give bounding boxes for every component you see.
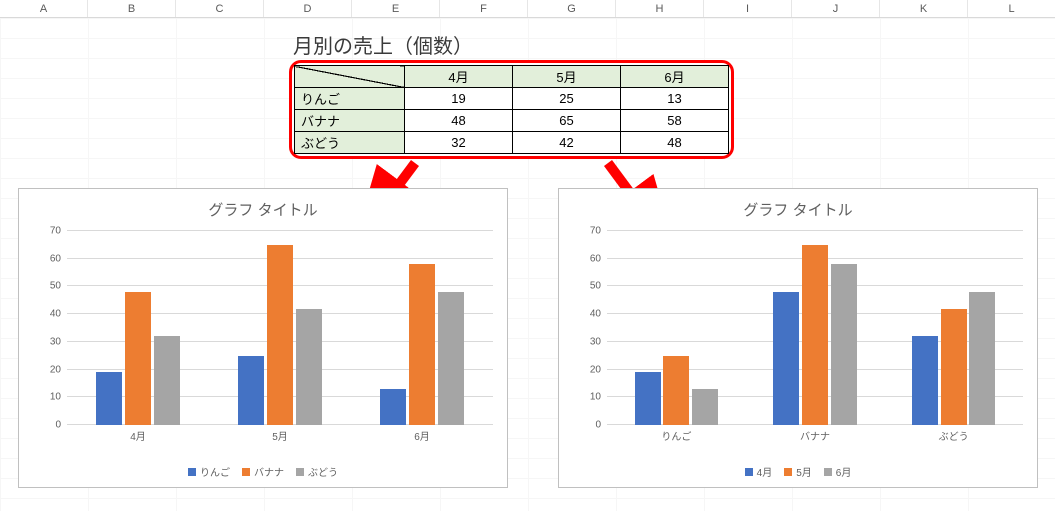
- spreadsheet-sheet: A B C D E F G H I J K L 月別の売上（個数） 4月 5月 …: [0, 0, 1055, 511]
- column-headers: A B C D E F G H I J K L: [0, 0, 1055, 18]
- table-cell[interactable]: 65: [513, 110, 621, 132]
- chart-bar: [238, 356, 264, 425]
- chart-bar: [802, 245, 828, 425]
- legend-item: ぶどう: [296, 464, 338, 479]
- y-axis-tick: 40: [33, 309, 61, 320]
- legend-item: 6月: [824, 464, 852, 479]
- chart-bar: [912, 336, 938, 425]
- legend-swatch-icon: [745, 468, 753, 476]
- chart-bar: [831, 264, 857, 425]
- y-axis-tick: 40: [573, 309, 601, 320]
- data-table[interactable]: 4月 5月 6月 りんご 19 25 13 バナナ 48 65 58 ぶどう 3…: [294, 65, 729, 154]
- chart-legend: りんごバナナぶどう: [19, 464, 507, 479]
- chart-bar: [969, 292, 995, 425]
- y-axis-tick: 70: [33, 226, 61, 237]
- chart-bar: [267, 245, 293, 425]
- table-row-header[interactable]: りんご: [295, 88, 405, 110]
- legend-item: 5月: [784, 464, 812, 479]
- col-header[interactable]: D: [264, 0, 352, 17]
- chart-bar: [692, 389, 718, 425]
- y-axis-tick: 60: [33, 253, 61, 264]
- x-axis-tick: 6月: [414, 428, 430, 443]
- x-axis-tick: りんご: [661, 428, 691, 443]
- table-col-header[interactable]: 5月: [513, 66, 621, 88]
- table-cell[interactable]: 42: [513, 132, 621, 154]
- col-header[interactable]: C: [176, 0, 264, 17]
- table-cell[interactable]: 48: [405, 110, 513, 132]
- chart-bar: [438, 292, 464, 425]
- y-axis-tick: 10: [573, 392, 601, 403]
- chart-gridline: [67, 230, 493, 231]
- chart-plot-area: 010203040506070りんごバナナぶどう: [607, 231, 1023, 425]
- legend-swatch-icon: [242, 468, 250, 476]
- legend-item: りんご: [188, 464, 230, 479]
- table-cell[interactable]: 25: [513, 88, 621, 110]
- chart-by-product[interactable]: グラフ タイトル 010203040506070りんごバナナぶどう 4月5月6月: [558, 188, 1038, 488]
- x-axis-tick: バナナ: [800, 428, 830, 443]
- col-header[interactable]: K: [880, 0, 968, 17]
- x-axis-tick: ぶどう: [939, 428, 969, 443]
- table-row-header[interactable]: バナナ: [295, 110, 405, 132]
- chart-bar: [154, 336, 180, 425]
- y-axis-tick: 70: [573, 226, 601, 237]
- chart-bar: [773, 292, 799, 425]
- chart-bar: [380, 389, 406, 425]
- col-header[interactable]: H: [616, 0, 704, 17]
- table-cell[interactable]: 13: [621, 88, 729, 110]
- chart-bar: [663, 356, 689, 425]
- col-header[interactable]: A: [0, 0, 88, 17]
- table-cell[interactable]: 19: [405, 88, 513, 110]
- col-header[interactable]: I: [704, 0, 792, 17]
- table-cell[interactable]: 48: [621, 132, 729, 154]
- x-axis-tick: 5月: [272, 428, 288, 443]
- y-axis-tick: 50: [573, 281, 601, 292]
- col-header[interactable]: J: [792, 0, 880, 17]
- y-axis-tick: 0: [573, 420, 601, 431]
- x-axis-tick: 4月: [130, 428, 146, 443]
- legend-item: バナナ: [242, 464, 284, 479]
- y-axis-tick: 10: [33, 392, 61, 403]
- legend-item: 4月: [745, 464, 773, 479]
- legend-swatch-icon: [188, 468, 196, 476]
- table-col-header[interactable]: 6月: [621, 66, 729, 88]
- legend-swatch-icon: [784, 468, 792, 476]
- table-row-header[interactable]: ぶどう: [295, 132, 405, 154]
- chart-plot-area: 0102030405060704月5月6月: [67, 231, 493, 425]
- col-header[interactable]: F: [440, 0, 528, 17]
- table-cell[interactable]: 32: [405, 132, 513, 154]
- table-cell[interactable]: 58: [621, 110, 729, 132]
- y-axis-tick: 50: [33, 281, 61, 292]
- y-axis-tick: 0: [33, 420, 61, 431]
- table-corner-cell[interactable]: [295, 66, 405, 88]
- chart-legend: 4月 5月 6月: [559, 464, 1037, 479]
- chart-bar: [409, 264, 435, 425]
- chart-bar: [96, 372, 122, 425]
- chart-bar: [941, 309, 967, 425]
- col-header[interactable]: L: [968, 0, 1055, 17]
- col-header[interactable]: B: [88, 0, 176, 17]
- data-table-highlight: 4月 5月 6月 りんご 19 25 13 バナナ 48 65 58 ぶどう 3…: [289, 60, 734, 159]
- y-axis-tick: 20: [573, 364, 601, 375]
- y-axis-tick: 30: [573, 336, 601, 347]
- legend-swatch-icon: [296, 468, 304, 476]
- chart-title: グラフ タイトル: [559, 199, 1037, 220]
- y-axis-tick: 30: [33, 336, 61, 347]
- col-header[interactable]: E: [352, 0, 440, 17]
- sheet-title[interactable]: 月別の売上（個数）: [293, 30, 473, 59]
- chart-by-month[interactable]: グラフ タイトル 0102030405060704月5月6月 りんごバナナぶどう: [18, 188, 508, 488]
- chart-bar: [125, 292, 151, 425]
- table-col-header[interactable]: 4月: [405, 66, 513, 88]
- chart-bar: [296, 309, 322, 425]
- col-header[interactable]: G: [528, 0, 616, 17]
- chart-title: グラフ タイトル: [19, 199, 507, 220]
- y-axis-tick: 20: [33, 364, 61, 375]
- legend-swatch-icon: [824, 468, 832, 476]
- chart-gridline: [607, 230, 1023, 231]
- chart-bar: [635, 372, 661, 425]
- y-axis-tick: 60: [573, 253, 601, 264]
